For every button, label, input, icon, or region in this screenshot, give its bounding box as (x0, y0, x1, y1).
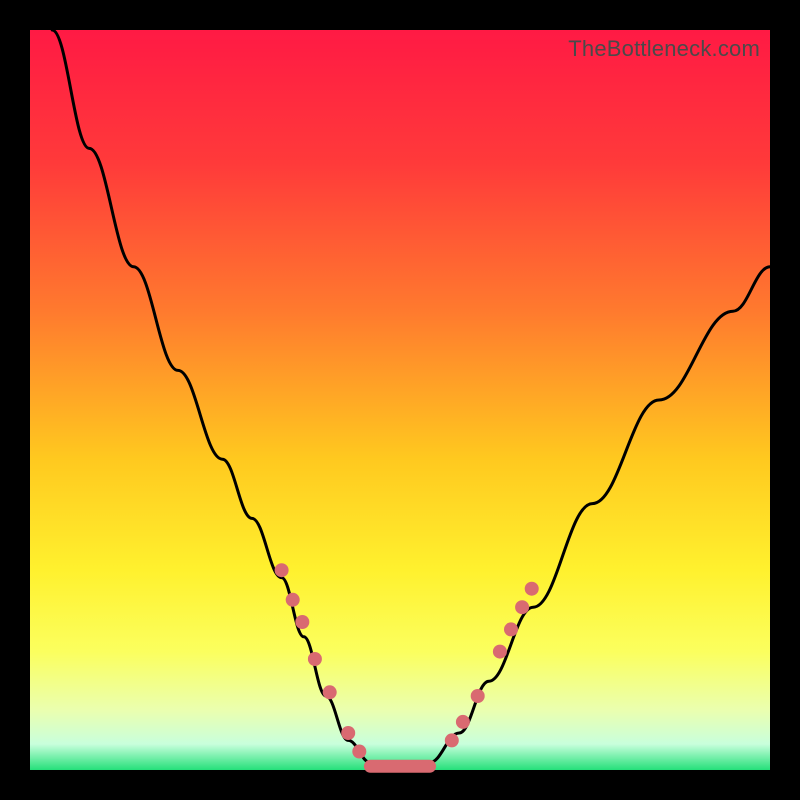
chart-plot-area: TheBottleneck.com (30, 30, 770, 770)
curve-marker (493, 645, 507, 659)
curve-marker (352, 745, 366, 759)
curve-marker (295, 615, 309, 629)
curve-marker (515, 600, 529, 614)
chart-svg (30, 30, 770, 770)
chart-stage: TheBottleneck.com (0, 0, 800, 800)
curve-marker (308, 652, 322, 666)
curve-marker (456, 715, 470, 729)
curve-marker (286, 593, 300, 607)
bottleneck-curve (52, 30, 770, 766)
curve-marker (445, 733, 459, 747)
marker-group (275, 563, 539, 758)
curve-marker (341, 726, 355, 740)
curve-marker (504, 622, 518, 636)
curve-marker (471, 689, 485, 703)
curve-marker (275, 563, 289, 577)
curve-marker (525, 582, 539, 596)
curve-marker (323, 685, 337, 699)
